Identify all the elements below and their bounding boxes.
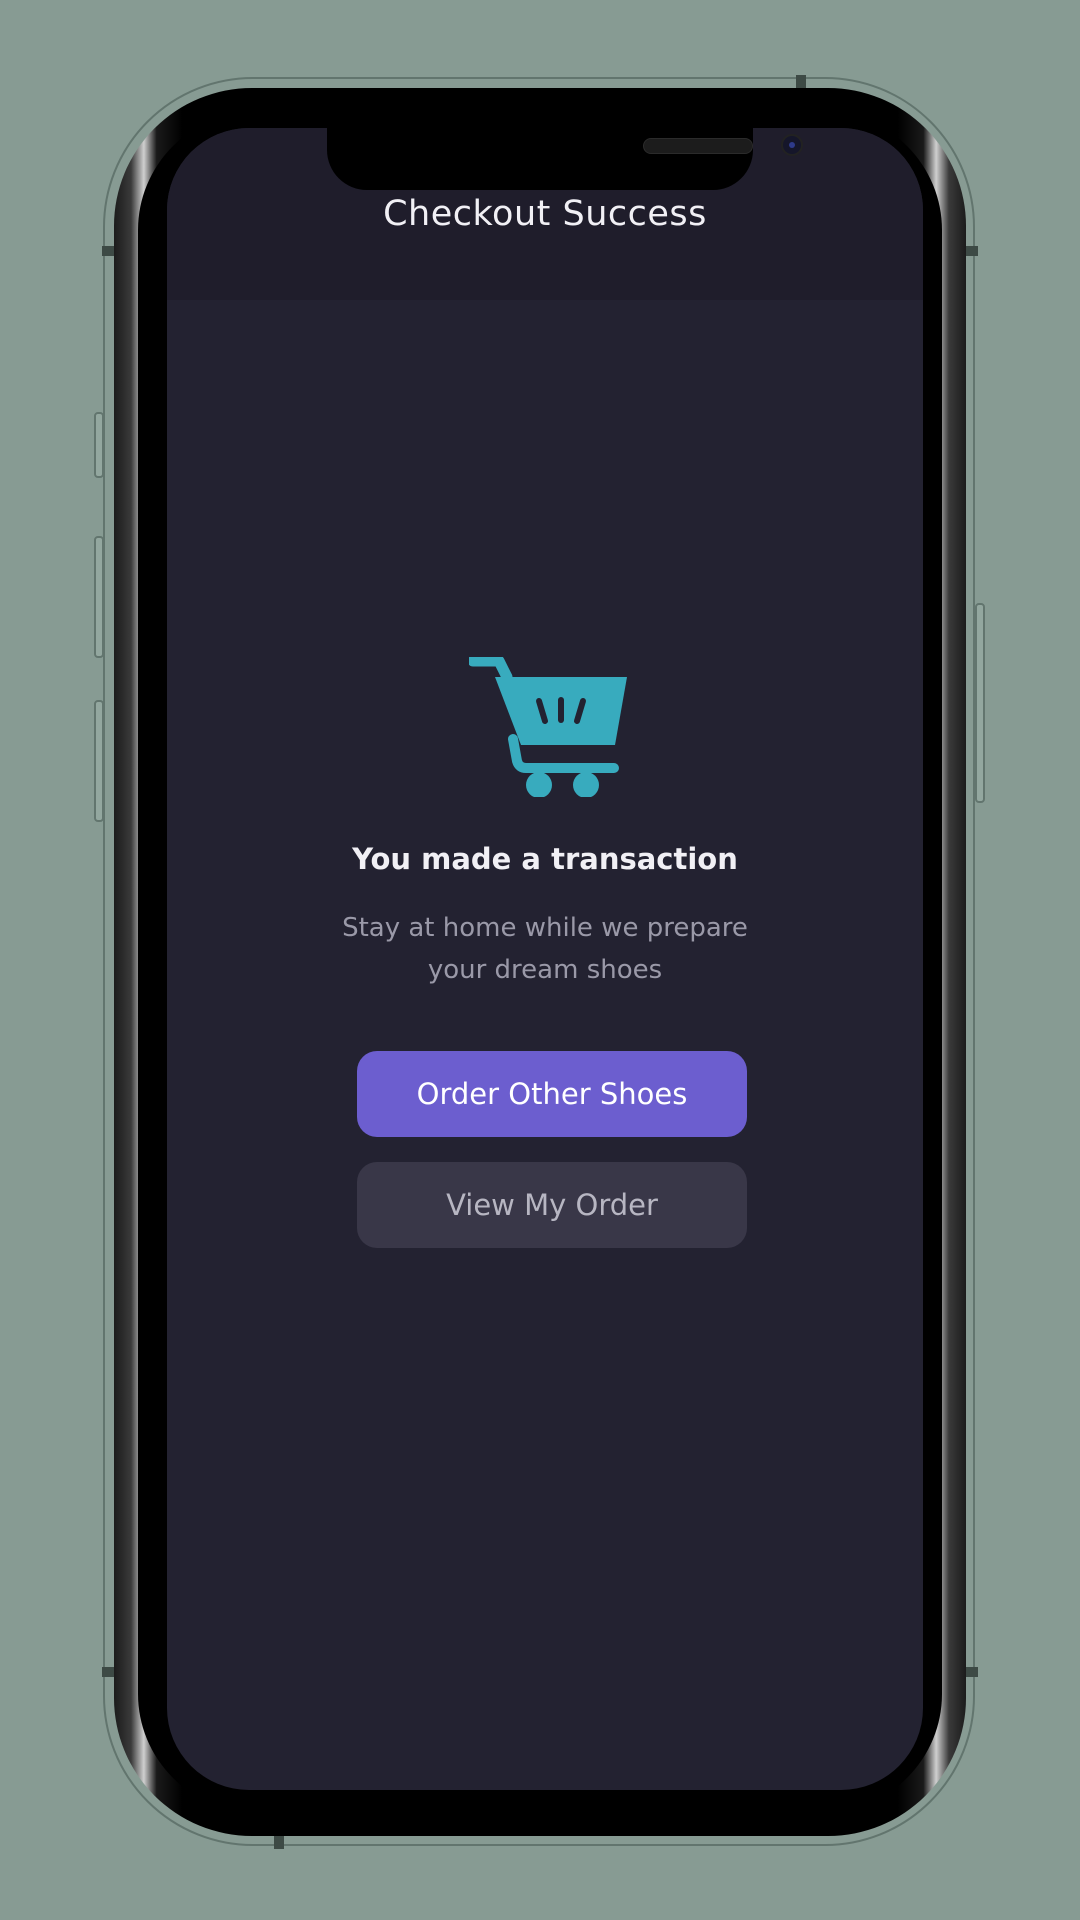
side-button-power [975,603,985,803]
page-title: Checkout Success [383,194,707,234]
success-subtext: Stay at home while we prepare your dream… [342,913,748,985]
antenna-band [964,246,978,256]
antenna-band [964,1667,978,1677]
side-button-volume-up [94,536,104,658]
order-other-shoes-button[interactable]: Order Other Shoes [357,1051,747,1137]
antenna-band [796,75,806,89]
antenna-band [274,1835,284,1849]
view-my-order-button[interactable]: View My Order [357,1162,747,1248]
side-button-mute [94,412,104,478]
shopping-cart-icon [469,657,627,797]
side-button-volume-down [94,700,104,822]
device-notch [327,128,803,190]
app-screen: Checkout Success You made a transaction … [167,128,923,1790]
speaker-grille [643,138,753,154]
front-camera [781,134,803,156]
success-headline: You made a transaction [352,842,738,876]
